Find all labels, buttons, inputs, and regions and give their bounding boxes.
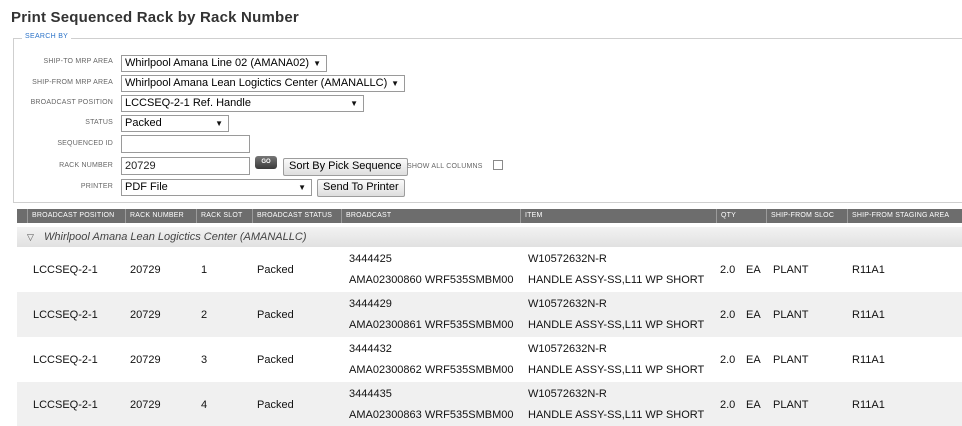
column-header[interactable]: RACK NUMBER <box>125 209 184 223</box>
cell-item-description: HANDLE ASSY-SS,L11 WP SHORT <box>528 364 705 376</box>
broadcast-position-value: LCCSEQ-2-1 Ref. Handle <box>125 97 251 109</box>
cell-broadcast-status: Packed <box>257 399 294 411</box>
cell-broadcast-position: LCCSEQ-2-1 <box>33 399 98 411</box>
cell-rack-slot: 3 <box>201 354 208 366</box>
cell-rack-slot: 4 <box>201 399 208 411</box>
ship-to-label: SHIP-TO MRP AREA <box>43 58 113 65</box>
cell-broadcast-detail: AMA02300860 WRF535SMBM00 <box>349 274 514 286</box>
group-row[interactable]: ▽ Whirlpool Amana Lean Logictics Center … <box>17 227 962 247</box>
cell-broadcast-status: Packed <box>257 354 294 366</box>
cell-rack-slot: 2 <box>201 309 208 321</box>
cell-broadcast: 3444435 <box>349 388 392 400</box>
sequenced-id-label: SEQUENCED ID <box>57 140 113 147</box>
chevron-down-icon: ▼ <box>313 59 321 68</box>
cell-qty: 2.0 <box>720 309 736 321</box>
page-title: Print Sequenced Rack by Rack Number <box>11 9 299 26</box>
cell-item: W10572632N-R <box>528 253 607 265</box>
column-header[interactable]: SHIP-FROM STAGING AREA <box>847 209 949 223</box>
printer-label: PRINTER <box>80 183 113 190</box>
broadcast-position-label: BROADCAST POSITION <box>30 99 113 106</box>
ship-from-label: SHIP-FROM MRP AREA <box>32 79 113 86</box>
table-row[interactable]: LCCSEQ-2-1 20729 2 Packed 3444429 AMA023… <box>17 292 962 337</box>
rack-number-input[interactable]: 20729 <box>121 157 250 175</box>
broadcast-position-select[interactable]: LCCSEQ-2-1 Ref. Handle ▼ <box>121 95 364 112</box>
grid-header: BROADCAST POSITION RACK NUMBER RACK SLOT… <box>17 209 962 223</box>
column-header[interactable]: SHIP-FROM SLOC <box>766 209 834 223</box>
cell-item: W10572632N-R <box>528 343 607 355</box>
rack-number-label: RACK NUMBER <box>59 162 113 169</box>
column-header[interactable]: BROADCAST STATUS <box>252 209 332 223</box>
show-all-columns-checkbox[interactable] <box>493 160 503 170</box>
cell-broadcast-status: Packed <box>257 309 294 321</box>
cell-item: W10572632N-R <box>528 388 607 400</box>
status-label: STATUS <box>85 119 113 126</box>
ship-from-select[interactable]: Whirlpool Amana Lean Logictics Center (A… <box>121 75 405 92</box>
table-row[interactable]: LCCSEQ-2-1 20729 4 Packed 3444435 AMA023… <box>17 382 962 426</box>
ship-to-value: Whirlpool Amana Line 02 (AMANA02) <box>125 57 310 69</box>
cell-uom: EA <box>746 354 761 366</box>
cell-rack-number: 20729 <box>130 309 161 321</box>
sequenced-id-input[interactable] <box>121 135 250 153</box>
cell-item-description: HANDLE ASSY-SS,L11 WP SHORT <box>528 274 705 286</box>
chevron-down-icon: ▼ <box>350 99 358 108</box>
cell-qty: 2.0 <box>720 354 736 366</box>
status-select[interactable]: Packed ▼ <box>121 115 229 132</box>
column-header[interactable]: QTY <box>716 209 736 223</box>
cell-broadcast-detail: AMA02300862 WRF535SMBM00 <box>349 364 514 376</box>
cell-rack-number: 20729 <box>130 399 161 411</box>
cell-staging-area: R11A1 <box>852 309 885 321</box>
cell-broadcast-detail: AMA02300861 WRF535SMBM00 <box>349 319 514 331</box>
cell-uom: EA <box>746 399 761 411</box>
cell-broadcast-detail: AMA02300863 WRF535SMBM00 <box>349 409 514 421</box>
column-header[interactable]: BROADCAST POSITION <box>27 209 114 223</box>
column-header[interactable]: RACK SLOT <box>196 209 242 223</box>
cell-ship-from-sloc: PLANT <box>773 309 809 321</box>
cell-uom: EA <box>746 264 761 276</box>
cell-staging-area: R11A1 <box>852 399 885 411</box>
cell-item-description: HANDLE ASSY-SS,L11 WP SHORT <box>528 409 705 421</box>
cell-qty: 2.0 <box>720 399 736 411</box>
cell-qty: 2.0 <box>720 264 736 276</box>
chevron-down-icon: ▼ <box>298 183 306 192</box>
column-header[interactable]: ITEM <box>520 209 543 223</box>
show-all-columns-label: SHOW ALL COLUMNS <box>407 163 483 170</box>
cell-broadcast-status: Packed <box>257 264 294 276</box>
cell-broadcast-position: LCCSEQ-2-1 <box>33 264 98 276</box>
cell-staging-area: R11A1 <box>852 354 885 366</box>
column-header[interactable]: BROADCAST <box>341 209 391 223</box>
search-legend: SEARCH BY <box>22 33 72 40</box>
ship-from-value: Whirlpool Amana Lean Logictics Center (A… <box>125 77 388 89</box>
chevron-down-icon: ▼ <box>215 119 223 128</box>
cell-broadcast-position: LCCSEQ-2-1 <box>33 309 98 321</box>
cell-rack-slot: 1 <box>201 264 208 276</box>
send-to-printer-button[interactable]: Send To Printer <box>317 179 405 197</box>
cell-rack-number: 20729 <box>130 264 161 276</box>
collapse-triangle-icon[interactable]: ▽ <box>27 227 34 247</box>
cell-broadcast: 3444429 <box>349 298 392 310</box>
cell-broadcast: 3444425 <box>349 253 392 265</box>
cell-item: W10572632N-R <box>528 298 607 310</box>
table-row[interactable]: LCCSEQ-2-1 20729 3 Packed 3444432 AMA023… <box>17 337 962 382</box>
cell-staging-area: R11A1 <box>852 264 885 276</box>
cell-rack-number: 20729 <box>130 354 161 366</box>
status-value: Packed <box>125 117 162 129</box>
cell-uom: EA <box>746 309 761 321</box>
table-row[interactable]: LCCSEQ-2-1 20729 1 Packed 3444425 AMA023… <box>17 247 962 292</box>
printer-value: PDF File <box>125 181 168 193</box>
ship-to-select[interactable]: Whirlpool Amana Line 02 (AMANA02) ▼ <box>121 55 327 72</box>
cell-broadcast: 3444432 <box>349 343 392 355</box>
printer-select[interactable]: PDF File ▼ <box>121 179 312 196</box>
cell-ship-from-sloc: PLANT <box>773 354 809 366</box>
cell-ship-from-sloc: PLANT <box>773 399 809 411</box>
cell-item-description: HANDLE ASSY-SS,L11 WP SHORT <box>528 319 705 331</box>
cell-broadcast-position: LCCSEQ-2-1 <box>33 354 98 366</box>
go-button[interactable]: GO <box>255 156 277 169</box>
cell-ship-from-sloc: PLANT <box>773 264 809 276</box>
group-label: Whirlpool Amana Lean Logictics Center (A… <box>44 231 307 243</box>
sort-by-pick-sequence-button[interactable]: Sort By Pick Sequence <box>283 158 408 176</box>
chevron-down-icon: ▼ <box>391 79 399 88</box>
